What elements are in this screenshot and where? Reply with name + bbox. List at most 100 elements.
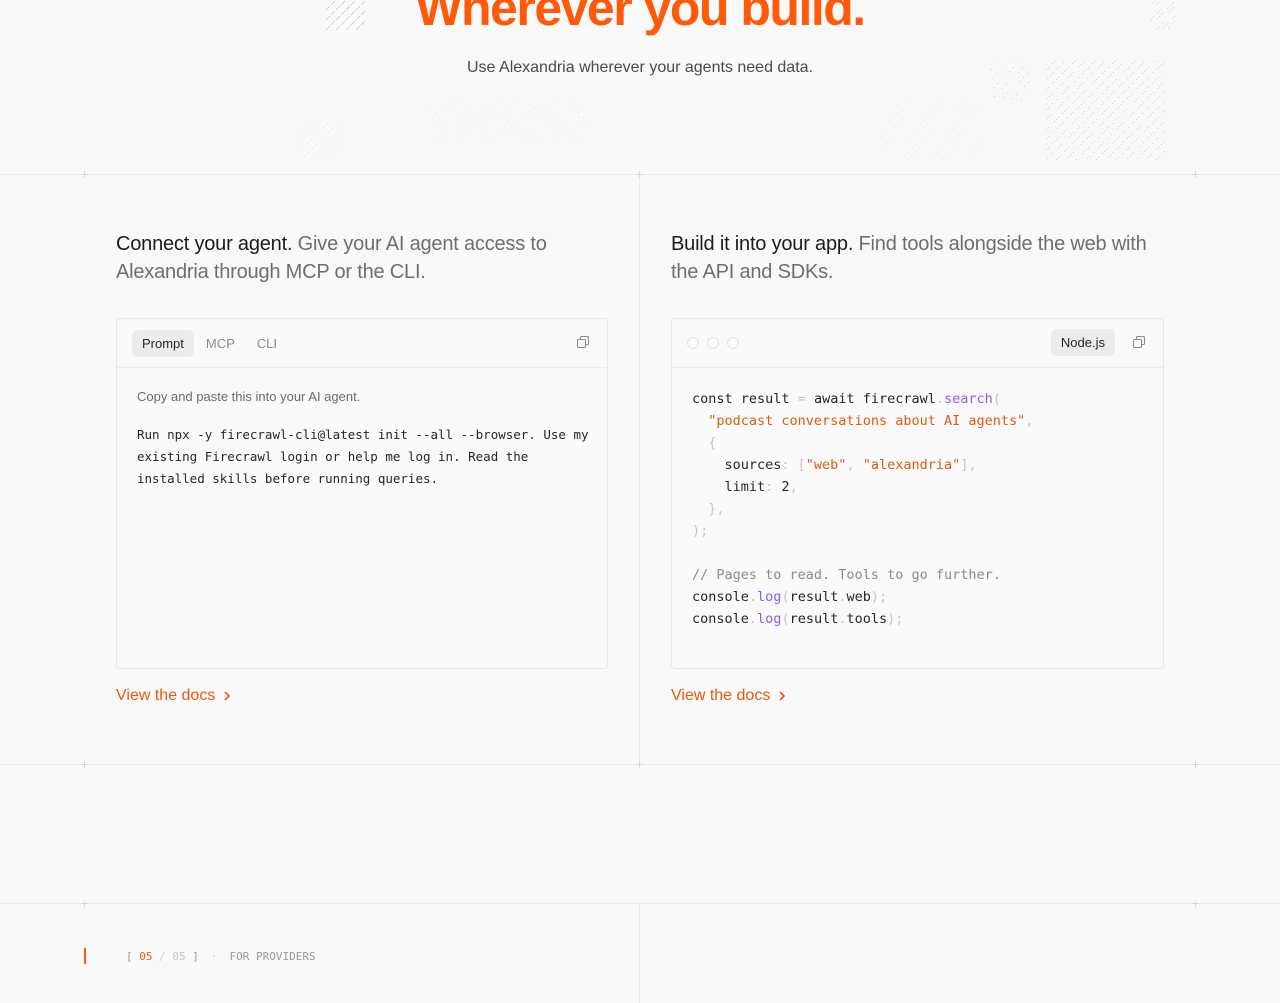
corner-tick — [81, 900, 88, 907]
code-token: tools — [846, 611, 888, 627]
code-token: = — [797, 391, 814, 407]
code-token: ( — [781, 611, 790, 627]
corner-tick — [636, 171, 643, 178]
code-panel-header: Node.js — [672, 319, 1163, 368]
window-button — [687, 337, 699, 349]
code-token: . — [748, 589, 758, 605]
code-token: result — [789, 589, 839, 605]
app-card-heading-strong: Build it into your app. — [671, 233, 854, 255]
agent-docs-link[interactable]: View the docs — [116, 687, 231, 705]
section-current: 05 — [139, 949, 153, 963]
corner-tick — [81, 171, 88, 178]
code-token: { — [708, 435, 717, 451]
language-selector[interactable]: Node.js — [1050, 329, 1115, 356]
section-bracket-close: ] — [192, 949, 199, 963]
code-line: sources: ["web", "alexandria"], — [692, 457, 977, 473]
code-token: ); — [887, 611, 904, 627]
code-line: "podcast conversations about AI agents", — [692, 413, 1033, 429]
code-token: ); — [870, 589, 888, 605]
section-accent-bar — [84, 948, 86, 964]
tab-prompt[interactable]: Prompt — [132, 329, 194, 357]
code-token: ], — [960, 457, 977, 473]
tab-cli[interactable]: CLI — [247, 330, 287, 357]
code-token: "web" — [805, 457, 847, 473]
corner-tick — [1192, 171, 1199, 178]
section-title: FOR PROVIDERS — [229, 949, 316, 963]
code-line: console.log(result.web); — [692, 589, 887, 605]
code-token: log — [757, 611, 782, 627]
window-buttons — [687, 337, 739, 349]
code-token: , — [846, 457, 863, 473]
section-dot: · — [210, 949, 218, 963]
chevron-right-icon — [779, 691, 786, 701]
agent-card-heading: Connect your agent. Give your AI agent a… — [116, 230, 586, 286]
agent-card-heading-strong: Connect your agent. — [116, 233, 293, 255]
code-token: web — [846, 589, 871, 605]
code-token: ( — [781, 589, 790, 605]
app-card-heading: Build it into your app. Find tools along… — [671, 230, 1151, 286]
prompt-hint: Copy and paste this into your AI agent. — [137, 389, 361, 404]
docs-link-label: View the docs — [116, 687, 216, 704]
code-token: ( — [992, 391, 1001, 407]
code-line: }, — [692, 501, 725, 517]
code-token: : [ — [781, 457, 806, 473]
code-line: ); — [692, 523, 708, 539]
section-bracket-open: [ — [126, 949, 133, 963]
corner-tick — [636, 761, 643, 768]
code-line: console.log(result.tools); — [692, 611, 903, 627]
code-block[interactable]: const result = await firecrawl.search( "… — [692, 388, 1033, 630]
code-token: 2 — [781, 479, 790, 495]
hero-subtitle: Use Alexandria wherever your agents need… — [467, 59, 813, 76]
code-token: , — [1025, 413, 1034, 429]
agent-panel-header: Prompt MCP CLI — [117, 319, 607, 368]
code-token: , — [789, 479, 798, 495]
code-token: console — [692, 611, 749, 627]
prompt-text[interactable]: Run npx -y firecrawl-cli@latest init --a… — [137, 424, 592, 490]
divider-column-lower — [639, 903, 640, 1003]
section-total: 05 — [172, 949, 186, 963]
section-label: [ 05 / 05 ] · FOR PROVIDERS — [84, 948, 316, 964]
code-token: result — [789, 611, 839, 627]
code-token: // Pages to read. Tools to go further. — [692, 567, 1001, 583]
section-separator: / — [159, 949, 166, 963]
code-line: const result = await firecrawl.search( — [692, 391, 1001, 407]
code-line: { — [692, 435, 716, 451]
agent-prompt-panel: Prompt MCP CLI Copy and paste this into … — [116, 318, 608, 669]
app-docs-link[interactable]: View the docs — [671, 687, 786, 705]
code-token: . — [935, 391, 944, 407]
chevron-right-icon — [224, 691, 231, 701]
code-token: "podcast conversations about AI agents" — [708, 413, 1026, 429]
code-panel: Node.js const result = await firecrawl.s… — [671, 318, 1164, 669]
code-token: : — [765, 479, 782, 495]
code-line: // Pages to read. Tools to go further. — [692, 567, 1001, 583]
window-button — [707, 337, 719, 349]
copy-icon[interactable] — [577, 336, 589, 348]
corner-tick — [1192, 761, 1199, 768]
code-token: await firecrawl — [813, 391, 936, 407]
code-token: "alexandria" — [862, 457, 961, 473]
code-token: log — [757, 589, 782, 605]
code-token: ); — [692, 523, 709, 539]
code-token: limit — [692, 479, 766, 495]
hero-title: Wherever you build. — [415, 0, 866, 36]
window-button — [727, 337, 739, 349]
divider-bottom — [0, 903, 1280, 904]
code-token: . — [838, 589, 847, 605]
code-token: . — [838, 611, 847, 627]
code-token: . — [748, 611, 758, 627]
code-token: search — [944, 391, 993, 407]
corner-tick — [1192, 900, 1199, 907]
code-token: console — [692, 589, 749, 605]
code-token: const result — [692, 391, 798, 407]
corner-tick — [81, 761, 88, 768]
code-token: sources — [692, 457, 782, 473]
docs-link-label: View the docs — [671, 687, 771, 704]
code-line: limit: 2, — [692, 479, 798, 495]
code-token: }, — [708, 501, 725, 517]
tab-mcp[interactable]: MCP — [196, 330, 245, 357]
copy-icon[interactable] — [1133, 336, 1145, 348]
divider-column — [639, 174, 640, 764]
